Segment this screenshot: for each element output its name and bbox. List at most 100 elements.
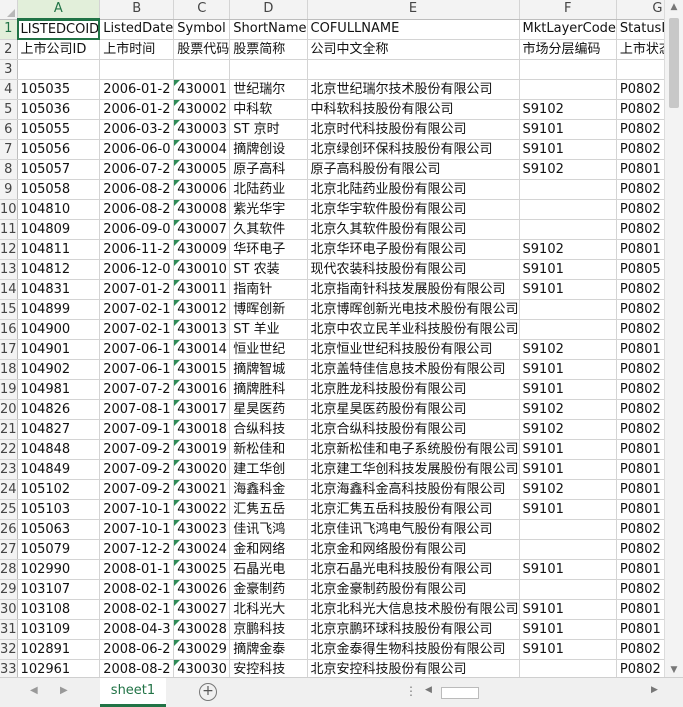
cell[interactable]: 104899 [17, 299, 101, 320]
spreadsheet-grid[interactable]: ABCDEFGHI 1LISTEDCOIDListedDateSymbolSho… [0, 0, 683, 677]
cell[interactable] [519, 219, 617, 240]
cell[interactable]: S9101 [519, 619, 617, 640]
cell[interactable]: 北京绿创环保科技股份有限公司 [307, 139, 520, 160]
cell[interactable]: 2006-06-0 [99, 139, 175, 160]
cell[interactable]: 2008-04-3 [99, 619, 175, 640]
cell[interactable]: 104901 [17, 339, 101, 360]
cell[interactable]: 104809 [17, 219, 101, 240]
cell[interactable] [519, 519, 617, 540]
cell[interactable]: 上市时间 [99, 39, 175, 60]
cell[interactable]: 博晖创新 [229, 299, 308, 320]
row-header[interactable]: 6 [0, 119, 18, 140]
cell[interactable]: ST 农装 [229, 259, 308, 280]
cell[interactable]: 430007 [173, 219, 231, 240]
cell[interactable]: 430028 [173, 619, 231, 640]
cell[interactable]: 2007-02-1 [99, 299, 175, 320]
cell[interactable] [519, 319, 617, 340]
cell[interactable]: 北京石晶光电科技股份有限公司 [307, 559, 520, 580]
cell[interactable]: 北京星昊医药股份有限公司 [307, 399, 520, 420]
tab-split-icon[interactable]: ⋮ [405, 684, 417, 698]
cell[interactable]: 105055 [17, 119, 101, 140]
cell[interactable]: 北京建工华创科技发展股份有限公司 [307, 459, 520, 480]
cell[interactable]: 北京华宇软件股份有限公司 [307, 199, 520, 220]
cell[interactable]: 2007-12-2 [99, 539, 175, 560]
cell[interactable]: 北京北陆药业股份有限公司 [307, 179, 520, 200]
cell[interactable]: 2008-02-1 [99, 579, 175, 600]
cell[interactable]: 430022 [173, 499, 231, 520]
prev-sheet-icon[interactable]: ◀ [30, 685, 38, 696]
row-header[interactable]: 3 [0, 59, 18, 80]
cell[interactable]: 430024 [173, 539, 231, 560]
cell[interactable]: S9102 [519, 239, 617, 260]
cell[interactable]: 430003 [173, 119, 231, 140]
cell[interactable]: 105079 [17, 539, 101, 560]
cell[interactable]: 105058 [17, 179, 101, 200]
cell[interactable]: 430020 [173, 459, 231, 480]
cell[interactable]: 104900 [17, 319, 101, 340]
cell[interactable]: 摘牌创设 [229, 139, 308, 160]
cell[interactable]: 430018 [173, 419, 231, 440]
row-header[interactable]: 27 [0, 539, 18, 560]
cell[interactable]: 2006-07-2 [99, 159, 175, 180]
cell[interactable]: 北京金豪制药股份有限公司 [307, 579, 520, 600]
next-sheet-icon[interactable]: ▶ [60, 685, 68, 696]
row-header[interactable]: 12 [0, 239, 18, 260]
cell[interactable]: 北京金和网络股份有限公司 [307, 539, 520, 560]
cell[interactable]: 北京京鹏环球科技股份有限公司 [307, 619, 520, 640]
cell[interactable] [173, 59, 231, 80]
cell[interactable]: 北京华环电子股份有限公司 [307, 239, 520, 260]
cell[interactable]: 2007-10-1 [99, 519, 175, 540]
row-header[interactable]: 5 [0, 99, 18, 120]
scroll-left-icon[interactable]: ◀ [425, 685, 432, 695]
cell[interactable]: S9101 [519, 459, 617, 480]
cell[interactable]: S9102 [519, 159, 617, 180]
cell[interactable]: 北京盖特佳信息技术股份有限公司 [307, 359, 520, 380]
cell[interactable]: 102891 [17, 639, 101, 660]
row-header[interactable]: 31 [0, 619, 18, 640]
cell[interactable]: 103108 [17, 599, 101, 620]
cell[interactable]: S9101 [519, 499, 617, 520]
cell[interactable]: 430013 [173, 319, 231, 340]
horizontal-scroll-thumb[interactable] [441, 687, 479, 699]
cell[interactable]: ListedDate [99, 19, 175, 40]
cell[interactable]: 430008 [173, 199, 231, 220]
cell[interactable]: S9101 [519, 279, 617, 300]
cell[interactable]: S9102 [519, 419, 617, 440]
cell[interactable]: 建工华创 [229, 459, 308, 480]
cell[interactable]: S9101 [519, 359, 617, 380]
cell[interactable]: 星昊医药 [229, 399, 308, 420]
cell[interactable]: 北京时代科技股份有限公司 [307, 119, 520, 140]
cell[interactable]: 104811 [17, 239, 101, 260]
column-header-d[interactable]: D [229, 0, 308, 20]
row-header[interactable]: 18 [0, 359, 18, 380]
cell[interactable]: 市场分层编码 [519, 39, 617, 60]
cell[interactable]: 原子高科股份有限公司 [307, 159, 520, 180]
row-header[interactable]: 8 [0, 159, 18, 180]
cell[interactable]: 2006-08-2 [99, 179, 175, 200]
row-header[interactable]: 28 [0, 559, 18, 580]
cell[interactable]: 2008-02-1 [99, 599, 175, 620]
cell[interactable]: 新松佳和 [229, 439, 308, 460]
cell[interactable] [307, 59, 520, 80]
row-header[interactable]: 24 [0, 479, 18, 500]
cell[interactable]: ShortName [229, 19, 308, 40]
cell[interactable]: 2007-06-1 [99, 359, 175, 380]
cell[interactable]: 430019 [173, 439, 231, 460]
cell[interactable]: 安控科技 [229, 659, 308, 677]
cell[interactable]: 430021 [173, 479, 231, 500]
cell[interactable]: 北京久其软件股份有限公司 [307, 219, 520, 240]
cell[interactable]: 104827 [17, 419, 101, 440]
cell[interactable]: 105057 [17, 159, 101, 180]
cell[interactable]: 紫光华宇 [229, 199, 308, 220]
cell[interactable]: 2006-12-0 [99, 259, 175, 280]
cell[interactable]: 103107 [17, 579, 101, 600]
cell[interactable]: 北京汇隽五岳科技股份有限公司 [307, 499, 520, 520]
row-header[interactable]: 19 [0, 379, 18, 400]
cell[interactable]: 430001 [173, 79, 231, 100]
row-header[interactable]: 22 [0, 439, 18, 460]
cell[interactable]: 430016 [173, 379, 231, 400]
row-header[interactable]: 23 [0, 459, 18, 480]
cell[interactable]: 2007-09-2 [99, 459, 175, 480]
cell[interactable]: S9101 [519, 639, 617, 660]
horizontal-scrollbar[interactable]: ◀ ▶ [425, 685, 661, 699]
